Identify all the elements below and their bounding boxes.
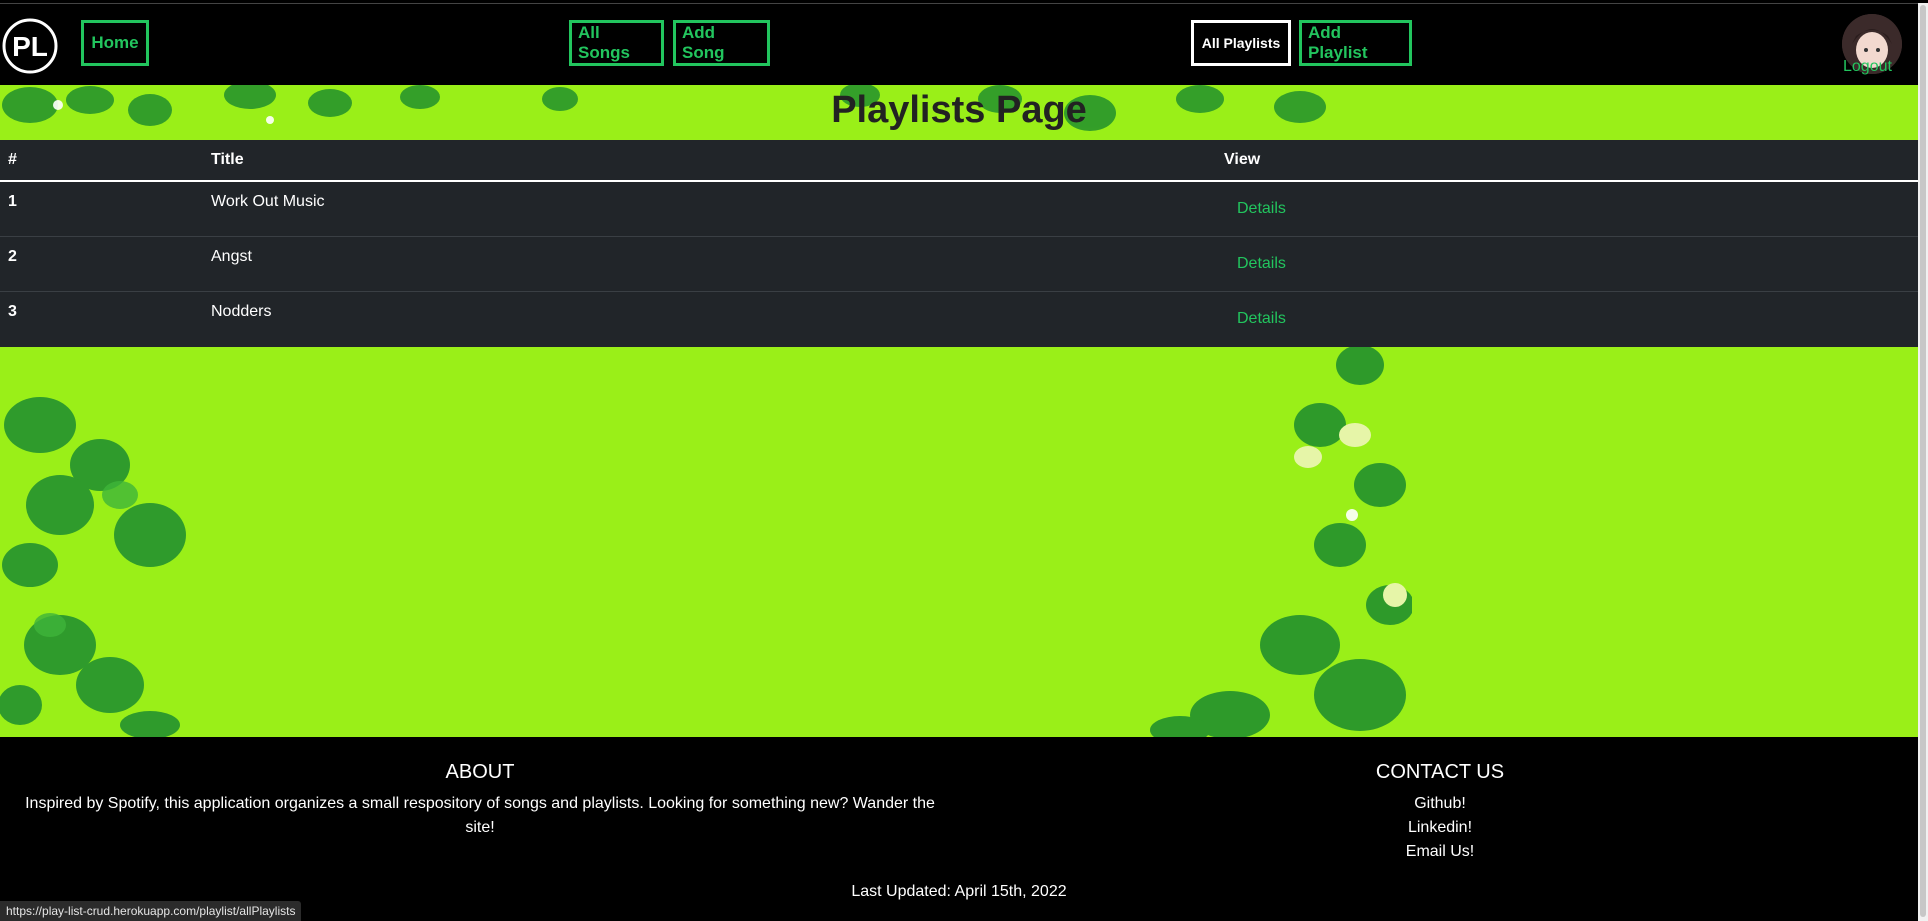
row-num: 2 <box>8 248 17 265</box>
home-button[interactable]: Home <box>81 20 149 66</box>
about-text: Inspired by Spotify, this application or… <box>25 795 935 836</box>
contact-section: CONTACT US Github! Linkedin! Email Us! <box>1340 761 1540 864</box>
last-updated: Last Updated: April 15th, 2022 <box>851 883 1067 900</box>
logo-text: PL <box>12 31 48 62</box>
page: PL Home All Songs Add Song All Playlists… <box>0 0 1928 921</box>
details-link[interactable]: Details <box>1237 310 1286 328</box>
page-title: Playlists Page <box>831 89 1087 131</box>
table-row: 2 Angst Details <box>0 237 1918 292</box>
all-songs-button[interactable]: All Songs <box>569 20 664 66</box>
row-title: Work Out Music <box>211 193 325 210</box>
email-link[interactable]: Email Us! <box>1340 840 1540 864</box>
row-title: Angst <box>211 248 252 265</box>
row-num: 3 <box>8 303 17 320</box>
linkedin-link[interactable]: Linkedin! <box>1340 816 1540 840</box>
pl-logo-icon[interactable]: PL <box>2 18 58 74</box>
table-row: 1 Work Out Music Details <box>0 182 1918 237</box>
row-num: 1 <box>8 193 17 210</box>
table-row: 3 Nodders Details <box>0 292 1918 347</box>
main-content: Playlists Page # Title View 1 Work Out M… <box>0 85 1918 737</box>
contact-heading: CONTACT US <box>1375 761 1505 783</box>
github-link[interactable]: Github! <box>1340 792 1540 816</box>
header-title: Title <box>211 151 244 168</box>
status-bar-url: https://play-list-crud.herokuapp.com/pla… <box>0 901 302 921</box>
details-link[interactable]: Details <box>1237 255 1286 273</box>
playlists-table: # Title View 1 Work Out Music Details 2 … <box>0 140 1918 347</box>
about-heading: ABOUT <box>445 761 515 783</box>
logout-link[interactable]: Logout <box>1843 58 1892 76</box>
add-playlist-button[interactable]: Add Playlist <box>1299 20 1412 66</box>
row-title: Nodders <box>211 303 272 320</box>
about-section: ABOUT Inspired by Spotify, this applicat… <box>10 761 950 840</box>
details-link[interactable]: Details <box>1237 200 1286 218</box>
header-view: View <box>1224 151 1261 168</box>
all-playlists-button[interactable]: All Playlists <box>1191 20 1291 66</box>
navbar: PL Home All Songs Add Song All Playlists… <box>0 3 1928 86</box>
table-header: # Title View <box>0 140 1918 182</box>
scrollbar-thumb[interactable] <box>1920 5 1926 917</box>
footer: ABOUT Inspired by Spotify, this applicat… <box>0 737 1918 921</box>
header-num: # <box>8 151 17 168</box>
add-song-button[interactable]: Add Song <box>673 20 770 66</box>
